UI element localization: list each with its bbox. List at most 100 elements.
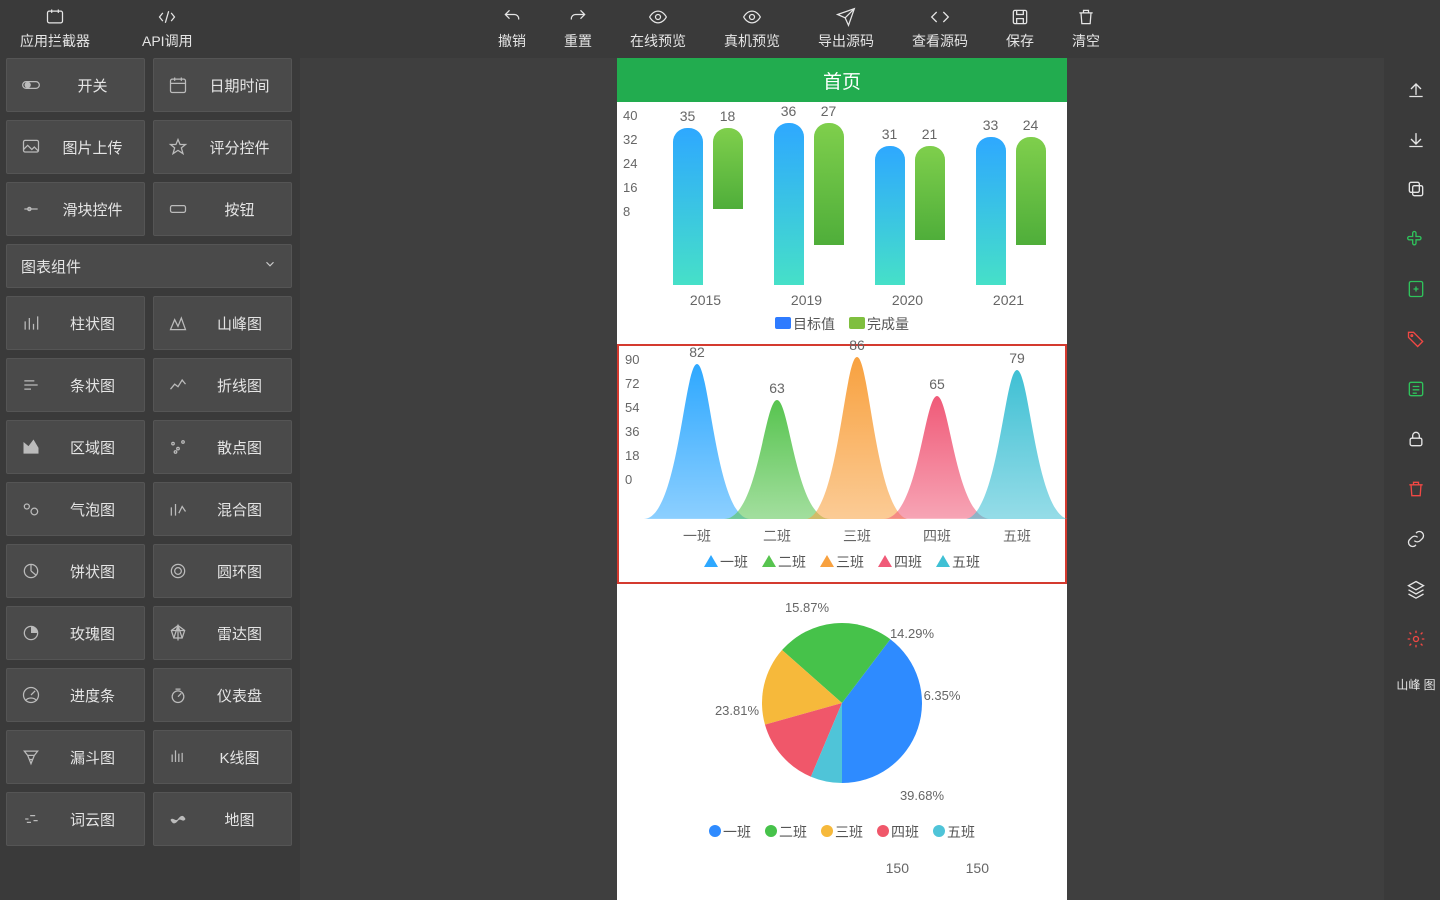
component-chart-16[interactable]: 词云图: [6, 792, 145, 846]
component-chart-4[interactable]: 区域图: [6, 420, 145, 474]
component-chart-2[interactable]: 条状图: [6, 358, 145, 412]
component-chart-15[interactable]: K线图: [153, 730, 292, 784]
tag-icon[interactable]: [1405, 328, 1427, 350]
legend-item: 一班: [709, 822, 751, 842]
toolbar-label: 在线预览: [630, 31, 686, 51]
online-preview-button[interactable]: 在线预览: [622, 1, 694, 57]
y-tick: 18: [625, 448, 639, 463]
component-label: 玫瑰图: [55, 623, 144, 644]
settings-icon[interactable]: [1405, 628, 1427, 650]
list-icon[interactable]: [1405, 378, 1427, 400]
legend-item: 二班: [762, 552, 806, 572]
chart-type-icon: [154, 437, 202, 457]
send-icon: [836, 7, 856, 27]
switch-icon: [7, 75, 55, 95]
view-source-button[interactable]: 查看源码: [904, 1, 976, 57]
component-label: 词云图: [55, 809, 144, 830]
partial-chart[interactable]: 150 150: [617, 852, 1067, 900]
layers-icon[interactable]: [1405, 578, 1427, 600]
component-chart-3[interactable]: 折线图: [153, 358, 292, 412]
page-title: 首页: [823, 67, 861, 94]
peak-value: 82: [644, 344, 750, 360]
star-icon: [154, 137, 202, 157]
chart-type-icon: [7, 437, 55, 457]
chart-type-icon: [154, 685, 202, 705]
app-interceptor-button[interactable]: 应用拦截器: [12, 1, 98, 57]
chart-type-icon: [154, 809, 202, 829]
component-chart-13[interactable]: 仪表盘: [153, 668, 292, 722]
component-chart-7[interactable]: 混合图: [153, 482, 292, 536]
component-rating[interactable]: 评分控件: [153, 120, 292, 174]
x-category: 2020: [892, 292, 923, 308]
download-icon[interactable]: [1405, 128, 1427, 150]
toolbar-label: 真机预览: [724, 31, 780, 51]
chart-type-icon: [154, 375, 202, 395]
x-category: 五班: [1003, 526, 1031, 546]
button-icon: [154, 199, 202, 219]
api-call-button[interactable]: API调用: [134, 1, 201, 57]
y-tick: 16: [623, 180, 637, 195]
device-preview-button[interactable]: 真机预览: [716, 1, 788, 57]
component-chart-5[interactable]: 散点图: [153, 420, 292, 474]
undo-button[interactable]: 撤销: [490, 1, 534, 57]
component-slider[interactable]: 滑块控件: [6, 182, 145, 236]
undo-icon: [502, 7, 522, 27]
component-label: 圆环图: [202, 561, 291, 582]
section-chart-components[interactable]: 图表组件: [6, 244, 292, 288]
component-chart-14[interactable]: 漏斗图: [6, 730, 145, 784]
calendar-icon: [154, 75, 202, 95]
chevron-down-icon: [263, 257, 277, 275]
component-label: 进度条: [55, 685, 144, 706]
bar: 31: [875, 146, 905, 286]
legend-item: 四班: [877, 822, 919, 842]
redo-button[interactable]: 重置: [556, 1, 600, 57]
pie-chart[interactable]: 39.68%23.81%15.87%14.29%6.35% 一班二班三班四班五班: [617, 584, 1067, 852]
legend-item: 五班: [936, 552, 980, 572]
legend-item: 四班: [878, 552, 922, 572]
component-chart-10[interactable]: 玫瑰图: [6, 606, 145, 660]
component-image-upload[interactable]: 图片上传: [6, 120, 145, 174]
bar-value: 36: [774, 103, 804, 119]
toolbar-label: 撤销: [498, 31, 526, 51]
chart-type-icon: [7, 747, 55, 767]
component-label: K线图: [202, 747, 291, 768]
component-chart-9[interactable]: 圆环图: [153, 544, 292, 598]
toolbar-label: 重置: [564, 31, 592, 51]
component-button[interactable]: 按钮: [153, 182, 292, 236]
bar: 24: [1016, 137, 1046, 245]
design-canvas[interactable]: 首页 403224168 3518362731213324 2015201920…: [300, 58, 1384, 900]
component-chart-6[interactable]: 气泡图: [6, 482, 145, 536]
mountain-chart-selected[interactable]: 90725436180 82 63: [617, 344, 1067, 584]
component-chart-0[interactable]: 柱状图: [6, 296, 145, 350]
toolbar-label: 导出源码: [818, 31, 874, 51]
component-chart-8[interactable]: 饼状图: [6, 544, 145, 598]
component-label: 地图: [202, 809, 291, 830]
upload-icon[interactable]: [1405, 78, 1427, 100]
component-chart-12[interactable]: 进度条: [6, 668, 145, 722]
bar-value: 35: [673, 108, 703, 124]
y-tick: 36: [625, 424, 639, 439]
component-label: 滑块控件: [55, 199, 144, 220]
pie-label: 6.35%: [924, 688, 961, 703]
link-icon[interactable]: [1405, 528, 1427, 550]
delete-icon[interactable]: [1405, 478, 1427, 500]
chart-value: 150: [886, 860, 909, 876]
component-chart-17[interactable]: 地图: [153, 792, 292, 846]
legend-item: 五班: [933, 822, 975, 842]
component-chart-1[interactable]: 山峰图: [153, 296, 292, 350]
component-chart-11[interactable]: 雷达图: [153, 606, 292, 660]
copy-icon[interactable]: [1405, 178, 1427, 200]
pie-label: 39.68%: [900, 788, 944, 803]
add-page-icon[interactable]: [1405, 278, 1427, 300]
save-icon: [1010, 7, 1030, 27]
bar-chart[interactable]: 403224168 3518362731213324 2015201920202…: [617, 102, 1067, 344]
component-datetime[interactable]: 日期时间: [153, 58, 292, 112]
lock-icon[interactable]: [1405, 428, 1427, 450]
plugin-icon[interactable]: [1405, 228, 1427, 250]
export-source-button[interactable]: 导出源码: [810, 1, 882, 57]
component-switch[interactable]: 开关: [6, 58, 145, 112]
bar-value: 21: [915, 126, 945, 142]
save-button[interactable]: 保存: [998, 1, 1042, 57]
clear-button[interactable]: 清空: [1064, 1, 1108, 57]
chart-type-icon: [154, 313, 202, 333]
